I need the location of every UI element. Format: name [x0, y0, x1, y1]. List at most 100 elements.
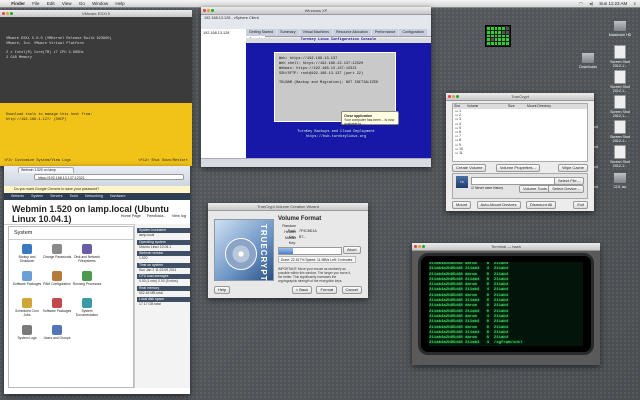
- help-button[interactable]: Help: [214, 286, 231, 294]
- dismount-all-button[interactable]: Dismount All: [525, 201, 557, 209]
- exit-button[interactable]: Exit: [573, 201, 588, 209]
- tab-virtual-machines[interactable]: Virtual Machines: [299, 29, 333, 36]
- webmin-main-panel: System Bootup and Shutdown Change Passwor…: [8, 226, 134, 388]
- module-item[interactable]: PAM Configuration: [42, 270, 72, 297]
- drive-icon[interactable]: Downloads: [574, 52, 602, 69]
- module-item[interactable]: Disk and Network Filesystems: [72, 243, 102, 270]
- slot-row[interactable]: ▭ 11: [455, 151, 587, 155]
- spotlight-icon[interactable]: ⌕: [633, 1, 636, 6]
- drive-icon[interactable]: CD1.iso: [606, 172, 634, 189]
- module-item[interactable]: Running Processes: [72, 270, 102, 297]
- module-label: PAM Configuration: [43, 282, 71, 286]
- info-value: 502.45 MB total: [139, 290, 163, 295]
- esxi-manage-url: http://192.168.1.127/ (DHCP): [6, 118, 67, 122]
- screenshot-file-icon[interactable]: Screen Shot 2012-1...: [606, 45, 634, 68]
- menu-item-window[interactable]: Window: [92, 0, 108, 7]
- screenshot-file-icon[interactable]: Screen Shot 2012-1...: [606, 145, 634, 168]
- auto-mount-button[interactable]: Auto-Mount Devices: [476, 201, 521, 209]
- module-item[interactable]: Software Packages: [42, 297, 72, 324]
- close-button[interactable]: [2, 12, 5, 15]
- module-item[interactable]: Bootup and Shutdown: [12, 243, 42, 270]
- module-item[interactable]: Software Packages: [12, 270, 42, 297]
- screenshot-file-icon[interactable]: Screen Shot 2012-1...: [606, 120, 634, 143]
- link-home[interactable]: Home Page: [121, 214, 141, 218]
- nav-item-servers[interactable]: Servers: [50, 194, 62, 198]
- zoom-button[interactable]: [10, 12, 13, 15]
- nav-item-hardware[interactable]: Hardware: [110, 194, 126, 198]
- module-icon: [22, 271, 32, 281]
- volume-properties-button[interactable]: Volume Properties...: [495, 164, 540, 172]
- module-icon: [22, 298, 32, 308]
- title-bar[interactable]: TrueCrypt: [446, 93, 594, 101]
- module-item[interactable]: Change Passwords: [42, 243, 72, 270]
- screenshot-file-icon[interactable]: Screen Shot 2012-1...: [606, 70, 634, 93]
- link-view-log[interactable]: View log: [172, 214, 186, 218]
- nav-item-tools[interactable]: Tools: [70, 194, 78, 198]
- module-item[interactable]: System Documentation: [72, 297, 102, 324]
- tab-resource-allocation[interactable]: Resource Allocation: [333, 29, 371, 36]
- minimize-button[interactable]: [207, 9, 210, 12]
- tab-getting-started[interactable]: Getting Started: [246, 29, 277, 36]
- link-feedback[interactable]: Feedback..: [147, 214, 166, 218]
- drive-icon[interactable]: Macintosh HD: [606, 20, 634, 37]
- module-item[interactable]: Scheduled Cron Jobs: [12, 297, 42, 324]
- tab-configuration[interactable]: Configuration: [399, 29, 427, 36]
- esxi-screen[interactable]: VMware ESXi 5.0.0 (VMKernel Release Buil…: [0, 17, 192, 166]
- notification-balloon[interactable]: Close application Your computer has been…: [341, 111, 399, 126]
- zoom-button[interactable]: [211, 9, 214, 12]
- window-title: Terminal — bash: [490, 244, 521, 249]
- back-button[interactable]: < Back: [291, 286, 313, 294]
- close-button[interactable]: [414, 245, 417, 248]
- menu-item-go[interactable]: Go: [79, 0, 85, 7]
- window-title: VMware ESXi 5: [81, 11, 110, 16]
- hard-drive-icon: [613, 172, 627, 184]
- clock[interactable]: Sun 11:23 AM: [599, 1, 627, 6]
- tab-performance[interactable]: Performance: [371, 29, 399, 36]
- minimize-button[interactable]: [6, 12, 9, 15]
- minimize-button[interactable]: [452, 95, 455, 98]
- cancel-button[interactable]: Cancel: [341, 286, 362, 294]
- window-title: TrueCrypt: [511, 94, 529, 99]
- zoom-button[interactable]: [456, 95, 459, 98]
- never-save-checkbox[interactable]: ☑ Never save history: [471, 186, 503, 190]
- menu-item-file[interactable]: File: [32, 0, 39, 7]
- tab-summary[interactable]: Summary: [277, 29, 299, 36]
- close-button[interactable]: [203, 9, 206, 12]
- browser-tab[interactable]: Webmin 1.520 on lamp: [18, 167, 74, 173]
- minimize-button[interactable]: [418, 245, 421, 248]
- close-button[interactable]: [448, 95, 451, 98]
- menu-item-view[interactable]: View: [62, 0, 72, 7]
- menu-item-help[interactable]: Help: [115, 0, 124, 7]
- nav-item-system[interactable]: System: [31, 194, 43, 198]
- esxi-memory: 2 GiB Memory: [6, 56, 32, 60]
- activity-cell: [498, 38, 502, 42]
- title-bar[interactable]: Terminal — bash: [412, 243, 600, 251]
- menu-item-finder[interactable]: Finder: [11, 0, 25, 7]
- volume-path-field[interactable]: [471, 177, 563, 185]
- wipe-cache-button[interactable]: Wipe Cache: [558, 164, 588, 172]
- wizard-heading: Volume Format: [278, 216, 322, 222]
- volume-list[interactable]: ▭ 1 ▭ 2 ▭ 3 ▭ 4 ▭ 5 ▭ 6 ▭ 7 ▭ 8 ▭ 9 ▭ 10 ▭ 11: [452, 109, 588, 162]
- terminal-output[interactable]: 211ab4a2b95d48 darwn 8 211ab4 211ab4a2b9…: [429, 262, 583, 346]
- abort-button[interactable]: Abort: [343, 246, 361, 254]
- url-bar[interactable]: https://192.168.13.137:12321: [34, 174, 184, 180]
- document-icon: [614, 120, 626, 134]
- module-item[interactable]: Users and Groups: [42, 324, 72, 351]
- title-bar[interactable]: TrueCrypt Volume Creation Wizard: [208, 203, 368, 211]
- menu-item-edit[interactable]: Edit: [47, 0, 55, 7]
- volume-icon[interactable]: ◂): [589, 1, 593, 6]
- tree-item-host[interactable]: 192.168.13.128: [203, 31, 247, 35]
- nav-item-networking[interactable]: Networking: [85, 194, 103, 198]
- title-bar[interactable]: Windows XP: [201, 7, 431, 15]
- nav-item-webmin[interactable]: Webmin: [11, 194, 24, 198]
- vm-console[interactable]: Turnkey Linux Configuration Console Web:…: [246, 38, 431, 159]
- format-button[interactable]: Format: [316, 286, 338, 294]
- zoom-button[interactable]: [422, 245, 425, 248]
- mount-button[interactable]: Mount: [452, 201, 472, 209]
- create-volume-button[interactable]: Create Volume: [452, 164, 487, 172]
- module-item[interactable]: System Logs: [12, 324, 42, 351]
- screenshot-file-icon[interactable]: Screen Shot 2012-1...: [606, 95, 634, 118]
- wifi-icon[interactable]: ◠: [579, 1, 583, 6]
- select-device-button[interactable]: Select Device...: [548, 185, 584, 193]
- select-file-button[interactable]: Select File...: [553, 177, 584, 185]
